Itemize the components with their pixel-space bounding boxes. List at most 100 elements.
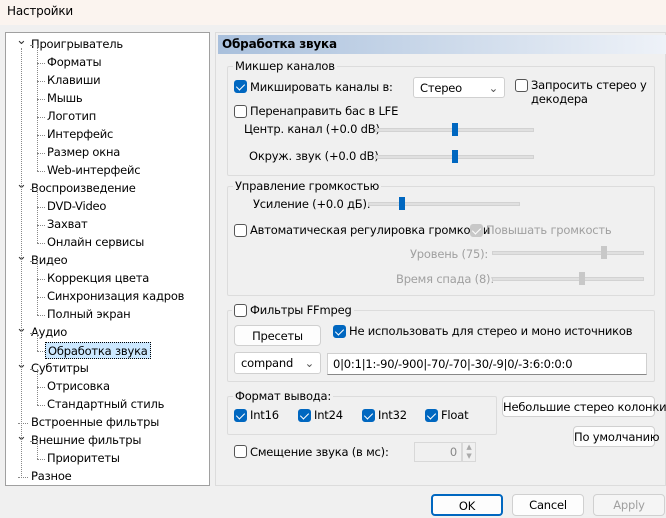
ffmpeg-checkbox[interactable] — [234, 304, 247, 317]
tree-connector — [37, 261, 38, 279]
tree-connector — [37, 459, 45, 460]
tree-connector — [37, 225, 45, 226]
format-label: Int24 — [314, 408, 343, 422]
spin-down-icon[interactable]: ▼ — [463, 452, 475, 461]
tree-item[interactable]: Размер окна — [45, 144, 122, 161]
slider-thumb[interactable] — [399, 197, 405, 210]
slider-thumb[interactable] — [601, 246, 607, 259]
tree-connector — [18, 477, 28, 478]
gain-slider[interactable] — [368, 197, 520, 210]
tree-connector — [37, 405, 45, 406]
skip-stereo-mono-label: Не использовать для стерео и моно источн… — [349, 324, 633, 338]
tree-item[interactable]: Приоритеты — [45, 450, 122, 467]
tree-connector — [37, 351, 45, 352]
cancel-button[interactable]: Cancel — [512, 494, 584, 516]
apply-button[interactable]: Apply — [593, 494, 665, 516]
tree-connector — [30, 441, 32, 442]
mix-channels-checkbox[interactable] — [234, 80, 247, 93]
level-slider[interactable] — [492, 246, 644, 259]
tree-item[interactable]: DVD-Video — [45, 198, 108, 215]
auto-volume-label: Автоматическая регулировка громкости — [250, 223, 491, 237]
tree-item[interactable]: Отрисовка — [45, 378, 112, 395]
mix-channels-label: Микшировать каналы в: — [250, 80, 393, 94]
presets-button[interactable]: Пресеты — [234, 325, 321, 346]
tree-item[interactable]: Захват — [45, 216, 90, 233]
settings-tree[interactable]: Проигрыватель ⌄ Форматы Клавиши Мышь Логотип И… — [5, 32, 210, 486]
format-float-checkbox[interactable] — [425, 409, 438, 422]
tree-item[interactable]: Логотип — [45, 108, 98, 125]
spin-up-icon[interactable]: ▲ — [463, 443, 475, 452]
tree-connector — [37, 117, 45, 118]
tree-item[interactable]: Внешние фильтры — [29, 432, 143, 449]
tree-connector — [30, 261, 32, 262]
tree-item[interactable]: Субтитры — [29, 360, 91, 377]
skip-stereo-mono-checkbox[interactable] — [333, 325, 346, 338]
mixer-group-label: Микшер каналов — [233, 59, 337, 73]
slider-thumb[interactable] — [451, 123, 458, 136]
tree-connector — [37, 315, 45, 316]
ok-button[interactable]: OK — [431, 494, 503, 516]
page-title: Обработка звука — [218, 35, 666, 54]
release-label: Время спада (8): — [396, 272, 495, 286]
tree-item[interactable]: Форматы — [45, 54, 103, 71]
ffmpeg-label: Фильтры FFmpeg — [232, 303, 354, 317]
release-slider[interactable] — [492, 272, 644, 285]
tree-item[interactable]: Аудио — [29, 324, 69, 341]
boost-volume-label: Повышать громкость — [486, 223, 612, 237]
lfe-checkbox[interactable] — [234, 105, 247, 118]
format-int16-checkbox[interactable] — [234, 409, 247, 422]
tree-connector — [37, 81, 45, 82]
format-int24-checkbox[interactable] — [298, 409, 311, 422]
slider-thumb[interactable] — [578, 272, 585, 285]
tree-connector — [37, 63, 38, 81]
mix-channels-select[interactable]: Стерео ⌄ — [413, 77, 505, 98]
tree-item[interactable]: Синхронизация кадров — [45, 288, 186, 305]
tree-item[interactable]: Интерфейс — [45, 126, 115, 143]
tree-item[interactable]: Разное — [29, 468, 74, 485]
volume-group-label: Управление громкостью — [233, 179, 382, 193]
format-label: Float — [441, 408, 469, 422]
tree-item[interactable]: Проигрыватель — [29, 36, 125, 53]
tree-item[interactable]: Web-интерфейс — [45, 162, 142, 179]
format-int32-checkbox[interactable] — [362, 409, 375, 422]
tree-connector — [37, 99, 38, 117]
tree-item[interactable]: Полный экран — [45, 306, 133, 323]
surround-label: Окруж. звук (+0.0 dB) — [249, 149, 379, 163]
format-label: Int32 — [378, 408, 407, 422]
tree-item[interactable]: Мышь — [45, 90, 85, 107]
tree-connector — [37, 243, 45, 244]
tree-item[interactable]: Клавиши — [45, 72, 102, 89]
tree-item[interactable]: Воспроизведение — [29, 180, 138, 197]
chevron-down-icon[interactable]: ⌄ — [16, 33, 27, 48]
boost-volume-checkbox[interactable] — [470, 224, 483, 237]
slider-thumb[interactable] — [451, 150, 458, 163]
center-channel-label: Центр. канал (+0.0 dB) — [244, 122, 380, 136]
surround-slider[interactable] — [375, 150, 534, 163]
tree-connector — [30, 369, 32, 370]
audio-delay-input[interactable]: 0 — [414, 442, 462, 462]
defaults-button[interactable]: По умолчанию — [573, 426, 660, 447]
chevron-down-icon: ⌄ — [304, 356, 315, 370]
audio-delay-spinner[interactable]: ▲ ▼ — [462, 442, 476, 462]
tree-connector — [37, 279, 45, 280]
ffmpeg-filter-select[interactable]: compand ⌄ — [234, 352, 321, 374]
tree-item[interactable]: Обработка звука — [45, 342, 151, 359]
tree-item[interactable]: Стандартный стиль — [45, 396, 166, 413]
request-stereo-checkbox[interactable] — [515, 79, 528, 92]
auto-volume-checkbox[interactable] — [234, 224, 247, 237]
ffmpeg-args-input[interactable]: 0|0:1|1:-90/-900|-70/-70|-30/-9|0/-3:6:0… — [327, 353, 647, 375]
audio-delay-label: Смещение звука (в мс): — [250, 445, 389, 459]
audio-delay-checkbox[interactable] — [234, 445, 247, 458]
small-speakers-button[interactable]: Небольшие стерео колонки — [502, 396, 666, 417]
tree-item[interactable]: Онлайн сервисы — [45, 234, 146, 251]
mix-channels-value: Стерео — [420, 81, 463, 95]
format-label: Int16 — [250, 408, 279, 422]
tree-item[interactable]: Видео — [29, 252, 69, 269]
tree-item[interactable]: Встроенные фильтры — [29, 414, 161, 431]
center-channel-slider[interactable] — [375, 123, 534, 136]
tree-item[interactable]: Коррекция цвета — [45, 270, 151, 287]
tree-connector — [37, 117, 38, 135]
window-title: Настройки — [7, 4, 73, 18]
output-format-label: Формат вывода: — [233, 389, 334, 403]
tree-connector — [37, 225, 38, 243]
